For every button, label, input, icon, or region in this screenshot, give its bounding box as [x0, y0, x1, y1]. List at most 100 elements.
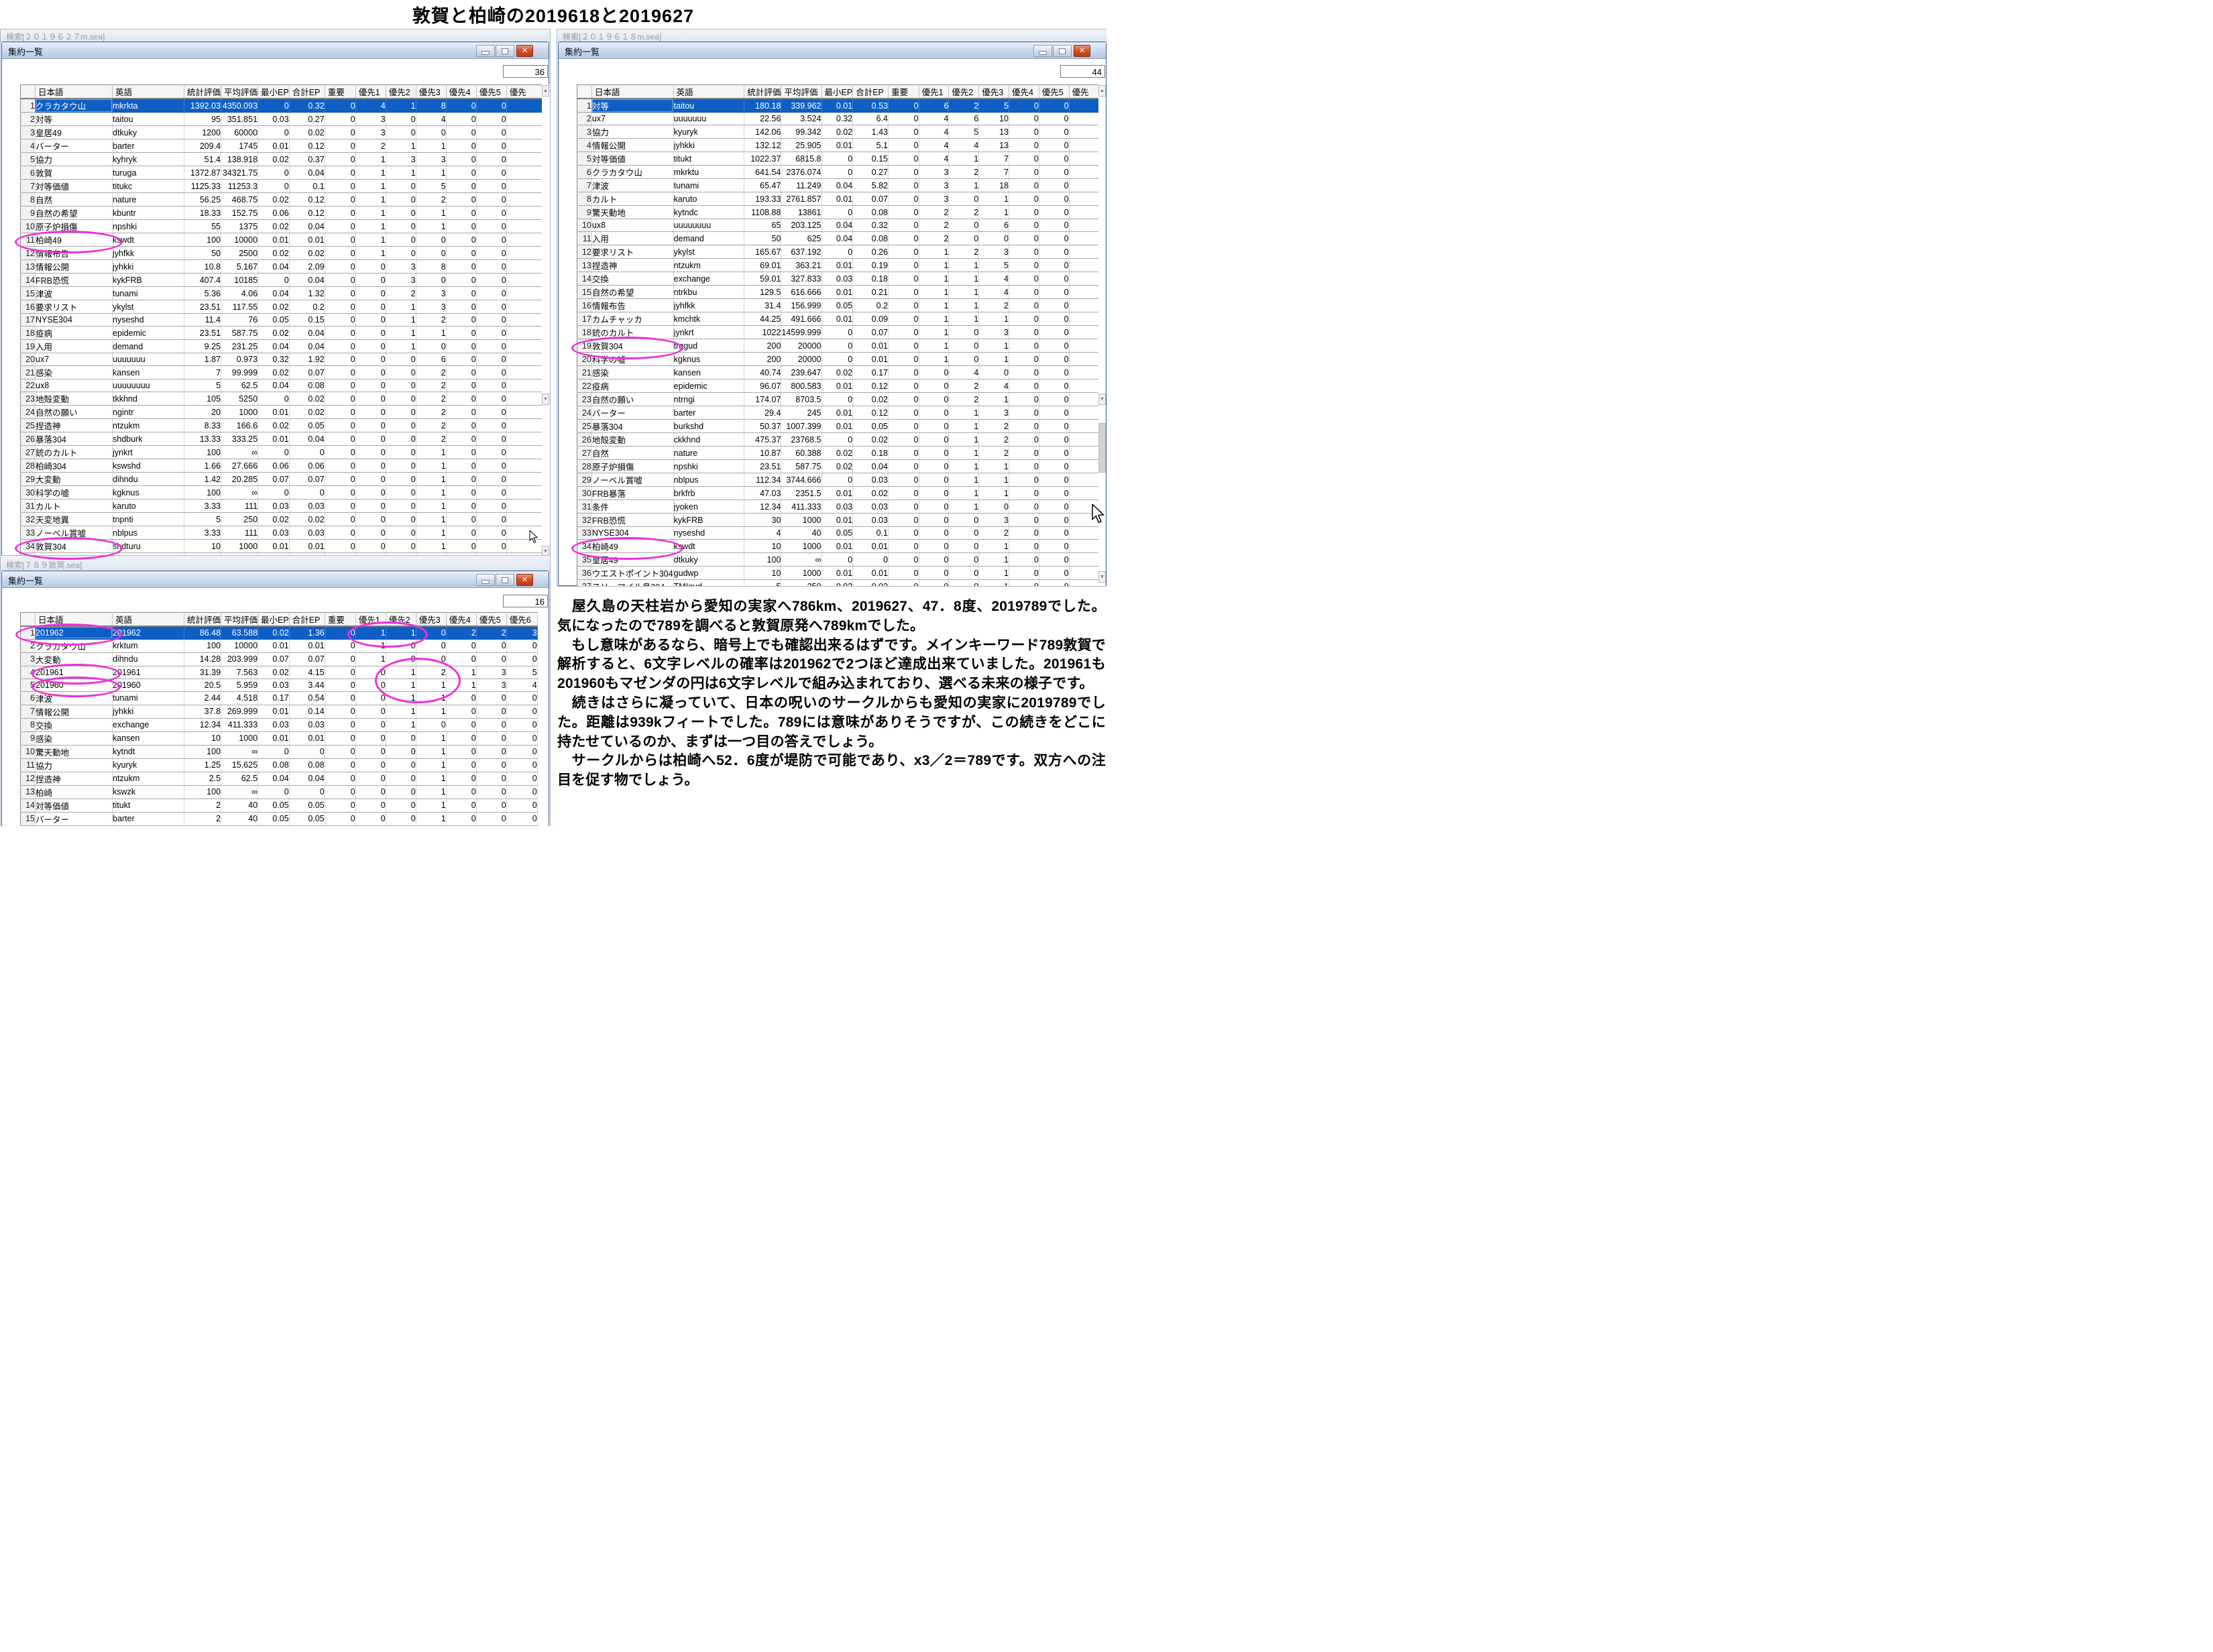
- cell-value[interactable]: 0: [386, 353, 416, 366]
- cell-value[interactable]: 0: [325, 432, 355, 446]
- cell-value[interactable]: 0.08: [853, 232, 889, 245]
- cell-value[interactable]: 0: [889, 553, 919, 567]
- cell-value[interactable]: 0: [919, 580, 949, 587]
- table-row[interactable]: 19入用demand9.25231.250.040.04001000: [21, 340, 544, 353]
- cell-english[interactable]: kytndc: [673, 206, 744, 219]
- cell-value[interactable]: 0.17: [258, 691, 290, 705]
- row-number[interactable]: 29: [21, 473, 36, 486]
- cell-english[interactable]: demand: [673, 232, 744, 245]
- cell-value[interactable]: 0: [476, 639, 506, 652]
- cell-value[interactable]: 0: [446, 300, 476, 314]
- cell-japanese[interactable]: 情報布告: [591, 299, 673, 312]
- table-row[interactable]: 28原子炉損傷npshki23.51587.750.020.04001100: [577, 460, 1106, 473]
- close-button[interactable]: ✕: [1074, 45, 1090, 57]
- cell-value[interactable]: 468.75: [221, 193, 258, 206]
- cell-value[interactable]: 0: [386, 206, 416, 220]
- cell-value[interactable]: 0: [446, 419, 476, 432]
- cell-english[interactable]: gudwp: [673, 567, 744, 580]
- cell-value[interactable]: 0: [446, 718, 476, 731]
- row-number[interactable]: 23: [577, 393, 592, 406]
- cell-value[interactable]: 0.02: [258, 626, 290, 639]
- cell-value[interactable]: 0: [325, 274, 355, 287]
- cell-value[interactable]: 491.666: [781, 312, 821, 326]
- cell-value[interactable]: 0: [1009, 514, 1039, 527]
- cell-value[interactable]: 0: [476, 718, 506, 731]
- cell-value[interactable]: 1200: [184, 126, 221, 139]
- cell-value[interactable]: 0.05: [821, 299, 853, 312]
- table-row[interactable]: 32FRB恐慌kykFRB3010000.010.03000300: [577, 514, 1106, 527]
- cell-value[interactable]: ∞: [221, 486, 258, 499]
- cell-value[interactable]: 0.02: [853, 433, 889, 447]
- row-number[interactable]: 21: [577, 366, 592, 379]
- cell-value[interactable]: 0.01: [258, 139, 290, 153]
- cell-value[interactable]: 0: [919, 567, 949, 580]
- cell-value[interactable]: 4: [919, 139, 949, 152]
- cell-english[interactable]: tkkhnd: [113, 392, 184, 406]
- table-row[interactable]: 21感染kansen799.9990.020.07000200: [21, 366, 544, 379]
- cell-value[interactable]: 0.07: [289, 652, 325, 666]
- window-titlebar[interactable]: 集約一覧 ✕: [2, 571, 549, 588]
- cell-value[interactable]: 3: [355, 126, 386, 139]
- cell-value[interactable]: 1: [949, 259, 979, 272]
- cell-value[interactable]: 1000: [221, 540, 258, 553]
- cell-value[interactable]: 0: [325, 812, 355, 825]
- cell-value[interactable]: 0: [1009, 113, 1039, 125]
- cell-value[interactable]: 2: [979, 420, 1009, 433]
- header-cell[interactable]: 優先3: [416, 613, 446, 627]
- table-row[interactable]: 22ux8uuuuuuuu562.50.040.08000200: [21, 379, 544, 392]
- cell-japanese[interactable]: 対等価値: [591, 152, 673, 166]
- header-cell[interactable]: 優先2: [386, 85, 416, 99]
- cell-value[interactable]: 0: [476, 233, 506, 247]
- cell-english[interactable]: jyhfkk: [113, 247, 184, 260]
- header-cell[interactable]: 英語: [673, 85, 744, 99]
- cell-value[interactable]: 0: [355, 486, 386, 499]
- cell-value[interactable]: 239.647: [781, 366, 821, 379]
- header-cell[interactable]: 優先1: [919, 85, 949, 99]
- cell-value[interactable]: 0: [889, 206, 919, 219]
- cell-value[interactable]: 1: [979, 580, 1009, 587]
- cell-value[interactable]: 0: [355, 274, 386, 287]
- cell-value[interactable]: 0.07: [853, 192, 889, 206]
- cell-japanese[interactable]: 自然の願い: [591, 393, 673, 406]
- cell-value[interactable]: 0: [446, 193, 476, 206]
- cell-value[interactable]: 4.518: [221, 691, 258, 705]
- cell-value[interactable]: 7: [184, 366, 221, 379]
- cell-value[interactable]: 0.03: [853, 514, 889, 527]
- cell-value[interactable]: 0: [446, 499, 476, 513]
- cell-value[interactable]: 4: [506, 678, 537, 691]
- cell-value[interactable]: 0: [1009, 299, 1039, 312]
- cell-value[interactable]: 1000: [221, 731, 258, 745]
- cell-value[interactable]: 1: [979, 393, 1009, 406]
- cell-value[interactable]: 3: [476, 666, 506, 678]
- cell-english[interactable]: ngintr: [113, 406, 184, 419]
- cell-english[interactable]: mkrkta: [113, 99, 184, 113]
- cell-value[interactable]: 250: [221, 513, 258, 526]
- cell-value[interactable]: 0.04: [258, 287, 290, 300]
- cell-value[interactable]: 6: [416, 353, 446, 366]
- cell-value[interactable]: 0: [446, 486, 476, 499]
- cell-value[interactable]: 0.21: [853, 286, 889, 299]
- row-number[interactable]: 33: [21, 526, 36, 540]
- cell-value[interactable]: 0: [476, 392, 506, 406]
- cell-value[interactable]: 12.34: [744, 500, 781, 514]
- cell-value[interactable]: 1.92: [289, 353, 325, 366]
- table-row[interactable]: 2対等taitou95351.8510.030.27030400: [21, 113, 544, 126]
- cell-value[interactable]: 0: [889, 299, 919, 312]
- cell-value[interactable]: 0: [919, 553, 949, 567]
- cell-value[interactable]: 2: [979, 433, 1009, 447]
- cell-value[interactable]: 0: [889, 125, 919, 139]
- minimize-button[interactable]: [476, 45, 495, 57]
- cell-value[interactable]: 0: [1039, 580, 1069, 587]
- table-row[interactable]: 33NYSE304nyseshd4400.050.1000200: [577, 527, 1106, 540]
- row-number[interactable]: 24: [21, 406, 36, 419]
- cell-value[interactable]: 0: [446, 353, 476, 366]
- cell-value[interactable]: 0: [889, 366, 919, 379]
- cell-value[interactable]: 129.5: [744, 286, 781, 299]
- cell-value[interactable]: 0: [476, 486, 506, 499]
- table-row[interactable]: 33ノーベル賞嘘nblpus3.331110.030.03000100: [21, 526, 544, 540]
- cell-value[interactable]: 0: [889, 113, 919, 125]
- cell-value[interactable]: 100: [184, 233, 221, 247]
- cell-english[interactable]: turuga: [113, 166, 184, 180]
- cell-value[interactable]: 0: [325, 526, 355, 540]
- cell-value[interactable]: 76: [221, 314, 258, 327]
